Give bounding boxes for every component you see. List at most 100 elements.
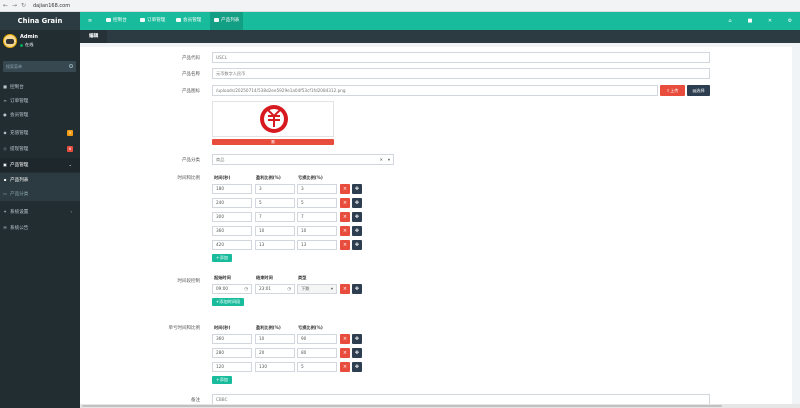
win-ratio-input[interactable]: 3 bbox=[255, 184, 295, 194]
end-time-input[interactable]: 23:01 ◷ bbox=[255, 284, 295, 294]
search-icon[interactable] bbox=[69, 64, 73, 68]
add-option-button[interactable]: +添加 bbox=[212, 376, 232, 384]
win-ratio-input[interactable]: 5 bbox=[255, 198, 295, 208]
time-input[interactable]: 120 bbox=[212, 362, 252, 372]
remove-row-icon[interactable]: × bbox=[340, 240, 350, 250]
clear-icon[interactable]: ✕ bbox=[379, 155, 383, 164]
remove-row-icon[interactable]: × bbox=[340, 184, 350, 194]
drag-handle-icon[interactable]: ✥ bbox=[352, 198, 362, 208]
settings-icon[interactable]: ⚙ bbox=[780, 12, 800, 30]
drag-handle-icon[interactable]: ✥ bbox=[352, 240, 362, 250]
loss-ratio-input[interactable]: 80 bbox=[297, 348, 337, 358]
win-ratio-input[interactable]: 20 bbox=[255, 348, 295, 358]
drag-handle-icon[interactable]: ✥ bbox=[352, 212, 362, 222]
sidebar-item-withdraw[interactable]: ◇ 提现管理 6 bbox=[0, 142, 80, 156]
drag-handle-icon[interactable]: ✥ bbox=[352, 362, 362, 372]
add-period-button[interactable]: +添加时间段 bbox=[212, 298, 244, 306]
name-input[interactable]: 元币数字人民币 bbox=[212, 68, 710, 79]
trash-icon[interactable]: ■ bbox=[740, 12, 760, 30]
drag-handle-icon[interactable]: ✥ bbox=[352, 284, 362, 294]
forward-icon[interactable]: → bbox=[12, 3, 17, 9]
times-label: 时间和比例 bbox=[177, 176, 201, 181]
product-icon: ▣ bbox=[3, 162, 7, 167]
win-ratio-input[interactable]: 10 bbox=[255, 226, 295, 236]
sidebar-item-members[interactable]: ● 会员管理 bbox=[0, 108, 80, 122]
time-input[interactable]: 360 bbox=[212, 334, 252, 344]
code-label: 产品代码 bbox=[182, 56, 200, 61]
edit-form: 产品代码 USCL 产品名称 元币数字人民币 产品图标 /uploads/202… bbox=[80, 47, 792, 408]
time-input[interactable]: 300 bbox=[212, 212, 252, 222]
win-ratio-input[interactable]: 7 bbox=[255, 212, 295, 222]
sidebar-item-orders[interactable]: ≡ 订单管理 bbox=[0, 94, 80, 108]
loss-ratio-input[interactable]: 3 bbox=[297, 184, 337, 194]
sidebar-item-product-mgmt[interactable]: ▣ 产品管理 ⌄ bbox=[0, 158, 80, 172]
sidebar-item-dashboard[interactable]: ■ 控制台 bbox=[0, 80, 80, 94]
back-icon[interactable]: ← bbox=[3, 3, 8, 9]
time-input[interactable]: 420 bbox=[212, 240, 252, 250]
address-bar[interactable]: dajian168.com bbox=[33, 2, 70, 10]
delete-image-button[interactable]: 删 bbox=[212, 139, 334, 145]
sidebar-search[interactable]: 搜索菜单 bbox=[3, 61, 76, 72]
drag-handle-icon[interactable]: ✥ bbox=[352, 348, 362, 358]
time-input[interactable]: 360 bbox=[212, 226, 252, 236]
list-icon: ≡ bbox=[3, 98, 7, 103]
sidebar-item-product-category[interactable]: ▭ 产品分类 bbox=[0, 187, 80, 201]
remove-row-icon[interactable]: × bbox=[340, 362, 350, 372]
win-ratio-input[interactable]: 10 bbox=[255, 334, 295, 344]
withdraw-icon: ◇ bbox=[3, 146, 7, 151]
topnav-members[interactable]: 会员管理 bbox=[172, 12, 205, 30]
remove-row-icon[interactable]: × bbox=[340, 348, 350, 358]
upload-button[interactable]: ⇧上传 bbox=[660, 85, 685, 96]
choose-button[interactable]: ▤选择 bbox=[687, 85, 710, 96]
drag-handle-icon[interactable]: ✥ bbox=[352, 184, 362, 194]
members-icon bbox=[176, 17, 181, 22]
start-time-input[interactable]: 09:00 ◷ bbox=[212, 284, 252, 294]
menu-toggle-icon[interactable]: ≡ bbox=[80, 12, 100, 30]
sidebar-item-notice[interactable]: ✉ 系统公告 bbox=[0, 221, 80, 235]
topnav-dashboard[interactable]: 控制台 bbox=[102, 12, 131, 30]
code-input[interactable]: USCL bbox=[212, 52, 710, 63]
loss-ratio-input[interactable]: 5 bbox=[297, 362, 337, 372]
caret-down-icon: ▾ bbox=[330, 286, 333, 291]
tab-edit[interactable]: 编辑 bbox=[80, 30, 108, 43]
cogs-icon: ✦ bbox=[3, 209, 7, 214]
home-icon[interactable]: ⌂ bbox=[720, 12, 740, 30]
time-input[interactable]: 280 bbox=[212, 348, 252, 358]
times-header-loss: 亏损比例(%) bbox=[298, 175, 323, 180]
category-select[interactable]: 商品 ✕ ▾ bbox=[212, 154, 394, 165]
user-panel: Admin 在线 bbox=[0, 30, 80, 56]
icon-path-input[interactable]: /uploads/20250714/538d2ee5929e1a04f53cf1… bbox=[212, 85, 658, 96]
loss-ratio-input[interactable]: 5 bbox=[297, 198, 337, 208]
app-logo[interactable]: China Grain bbox=[0, 12, 80, 30]
fullscreen-icon[interactable]: ✕ bbox=[760, 12, 780, 30]
user-status: 在线 bbox=[20, 42, 33, 48]
loss-ratio-input[interactable]: 10 bbox=[297, 226, 337, 236]
remove-row-icon[interactable]: × bbox=[340, 212, 350, 222]
win-ratio-input[interactable]: 130 bbox=[255, 362, 295, 372]
remove-row-icon[interactable]: × bbox=[340, 334, 350, 344]
horizontal-scrollbar[interactable] bbox=[80, 404, 800, 408]
remove-row-icon[interactable]: × bbox=[340, 226, 350, 236]
time-input[interactable]: 180 bbox=[212, 184, 252, 194]
add-time-button[interactable]: +添加 bbox=[212, 254, 232, 262]
loss-ratio-input[interactable]: 7 bbox=[297, 212, 337, 222]
scrollbar-thumb[interactable] bbox=[82, 405, 722, 407]
topnav-orders[interactable]: 订单管理 bbox=[136, 12, 169, 30]
win-ratio-input[interactable]: 13 bbox=[255, 240, 295, 250]
sidebar-item-recharge[interactable]: ◆ 充值管理 5 bbox=[0, 126, 80, 140]
notice-icon: ✉ bbox=[3, 225, 7, 230]
topnav-products[interactable]: 产品列表 bbox=[210, 12, 244, 30]
drag-handle-icon[interactable]: ✥ bbox=[352, 226, 362, 236]
type-select[interactable]: 下跌 ▾ bbox=[297, 284, 337, 294]
content-area: 产品代码 USCL 产品名称 元币数字人民币 产品图标 /uploads/202… bbox=[80, 43, 800, 408]
time-input[interactable]: 240 bbox=[212, 198, 252, 208]
remove-row-icon[interactable]: × bbox=[340, 284, 350, 294]
loss-ratio-input[interactable]: 13 bbox=[297, 240, 337, 250]
reload-icon[interactable]: ↻ bbox=[21, 3, 26, 9]
loss-ratio-input[interactable]: 90 bbox=[297, 334, 337, 344]
sidebar-item-settings[interactable]: ✦ 系统设置 ‹ bbox=[0, 205, 80, 219]
drag-handle-icon[interactable]: ✥ bbox=[352, 334, 362, 344]
remove-row-icon[interactable]: × bbox=[340, 198, 350, 208]
sidebar-item-product-list[interactable]: ▪ 产品列表 bbox=[0, 173, 80, 187]
caret-down-icon[interactable]: ▾ bbox=[388, 155, 390, 164]
